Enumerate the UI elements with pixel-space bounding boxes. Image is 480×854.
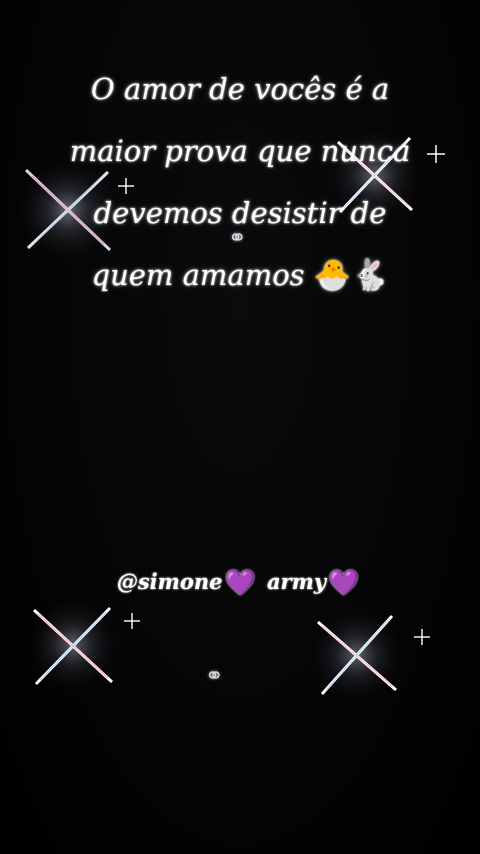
rings-icon: ⚭: [205, 664, 224, 689]
credit-handle: @simone: [116, 569, 223, 594]
quote-line: quem amamos: [91, 258, 305, 292]
quote-line: O amor de vocês é a: [90, 72, 390, 106]
credit-line: @simone💜 army💜: [0, 568, 480, 598]
credit-word: army: [266, 569, 327, 594]
sparkle-icon: [307, 605, 407, 705]
quote-text: O amor de vocês é a maior prova que nunc…: [20, 58, 460, 307]
quote-line: maior prova que nunca: [69, 134, 411, 168]
sparkle-small-icon: [124, 613, 140, 629]
hatching-chick-icon: 🐣: [313, 258, 352, 293]
purple-heart-icon: 💜: [224, 568, 256, 597]
sparkle-small-icon: [414, 629, 430, 645]
rabbit-icon: 🐇: [351, 258, 389, 293]
video-frame: ⚭ ⚭ O amor de vocês é a maior prova que …: [0, 0, 480, 854]
quote-line: devemos desistir de: [93, 196, 387, 230]
quote-line-with-emoji: quem amamos 🐣🐇: [20, 244, 460, 307]
sparkle-icon: [23, 595, 123, 695]
purple-heart-icon: 💜: [328, 568, 360, 597]
